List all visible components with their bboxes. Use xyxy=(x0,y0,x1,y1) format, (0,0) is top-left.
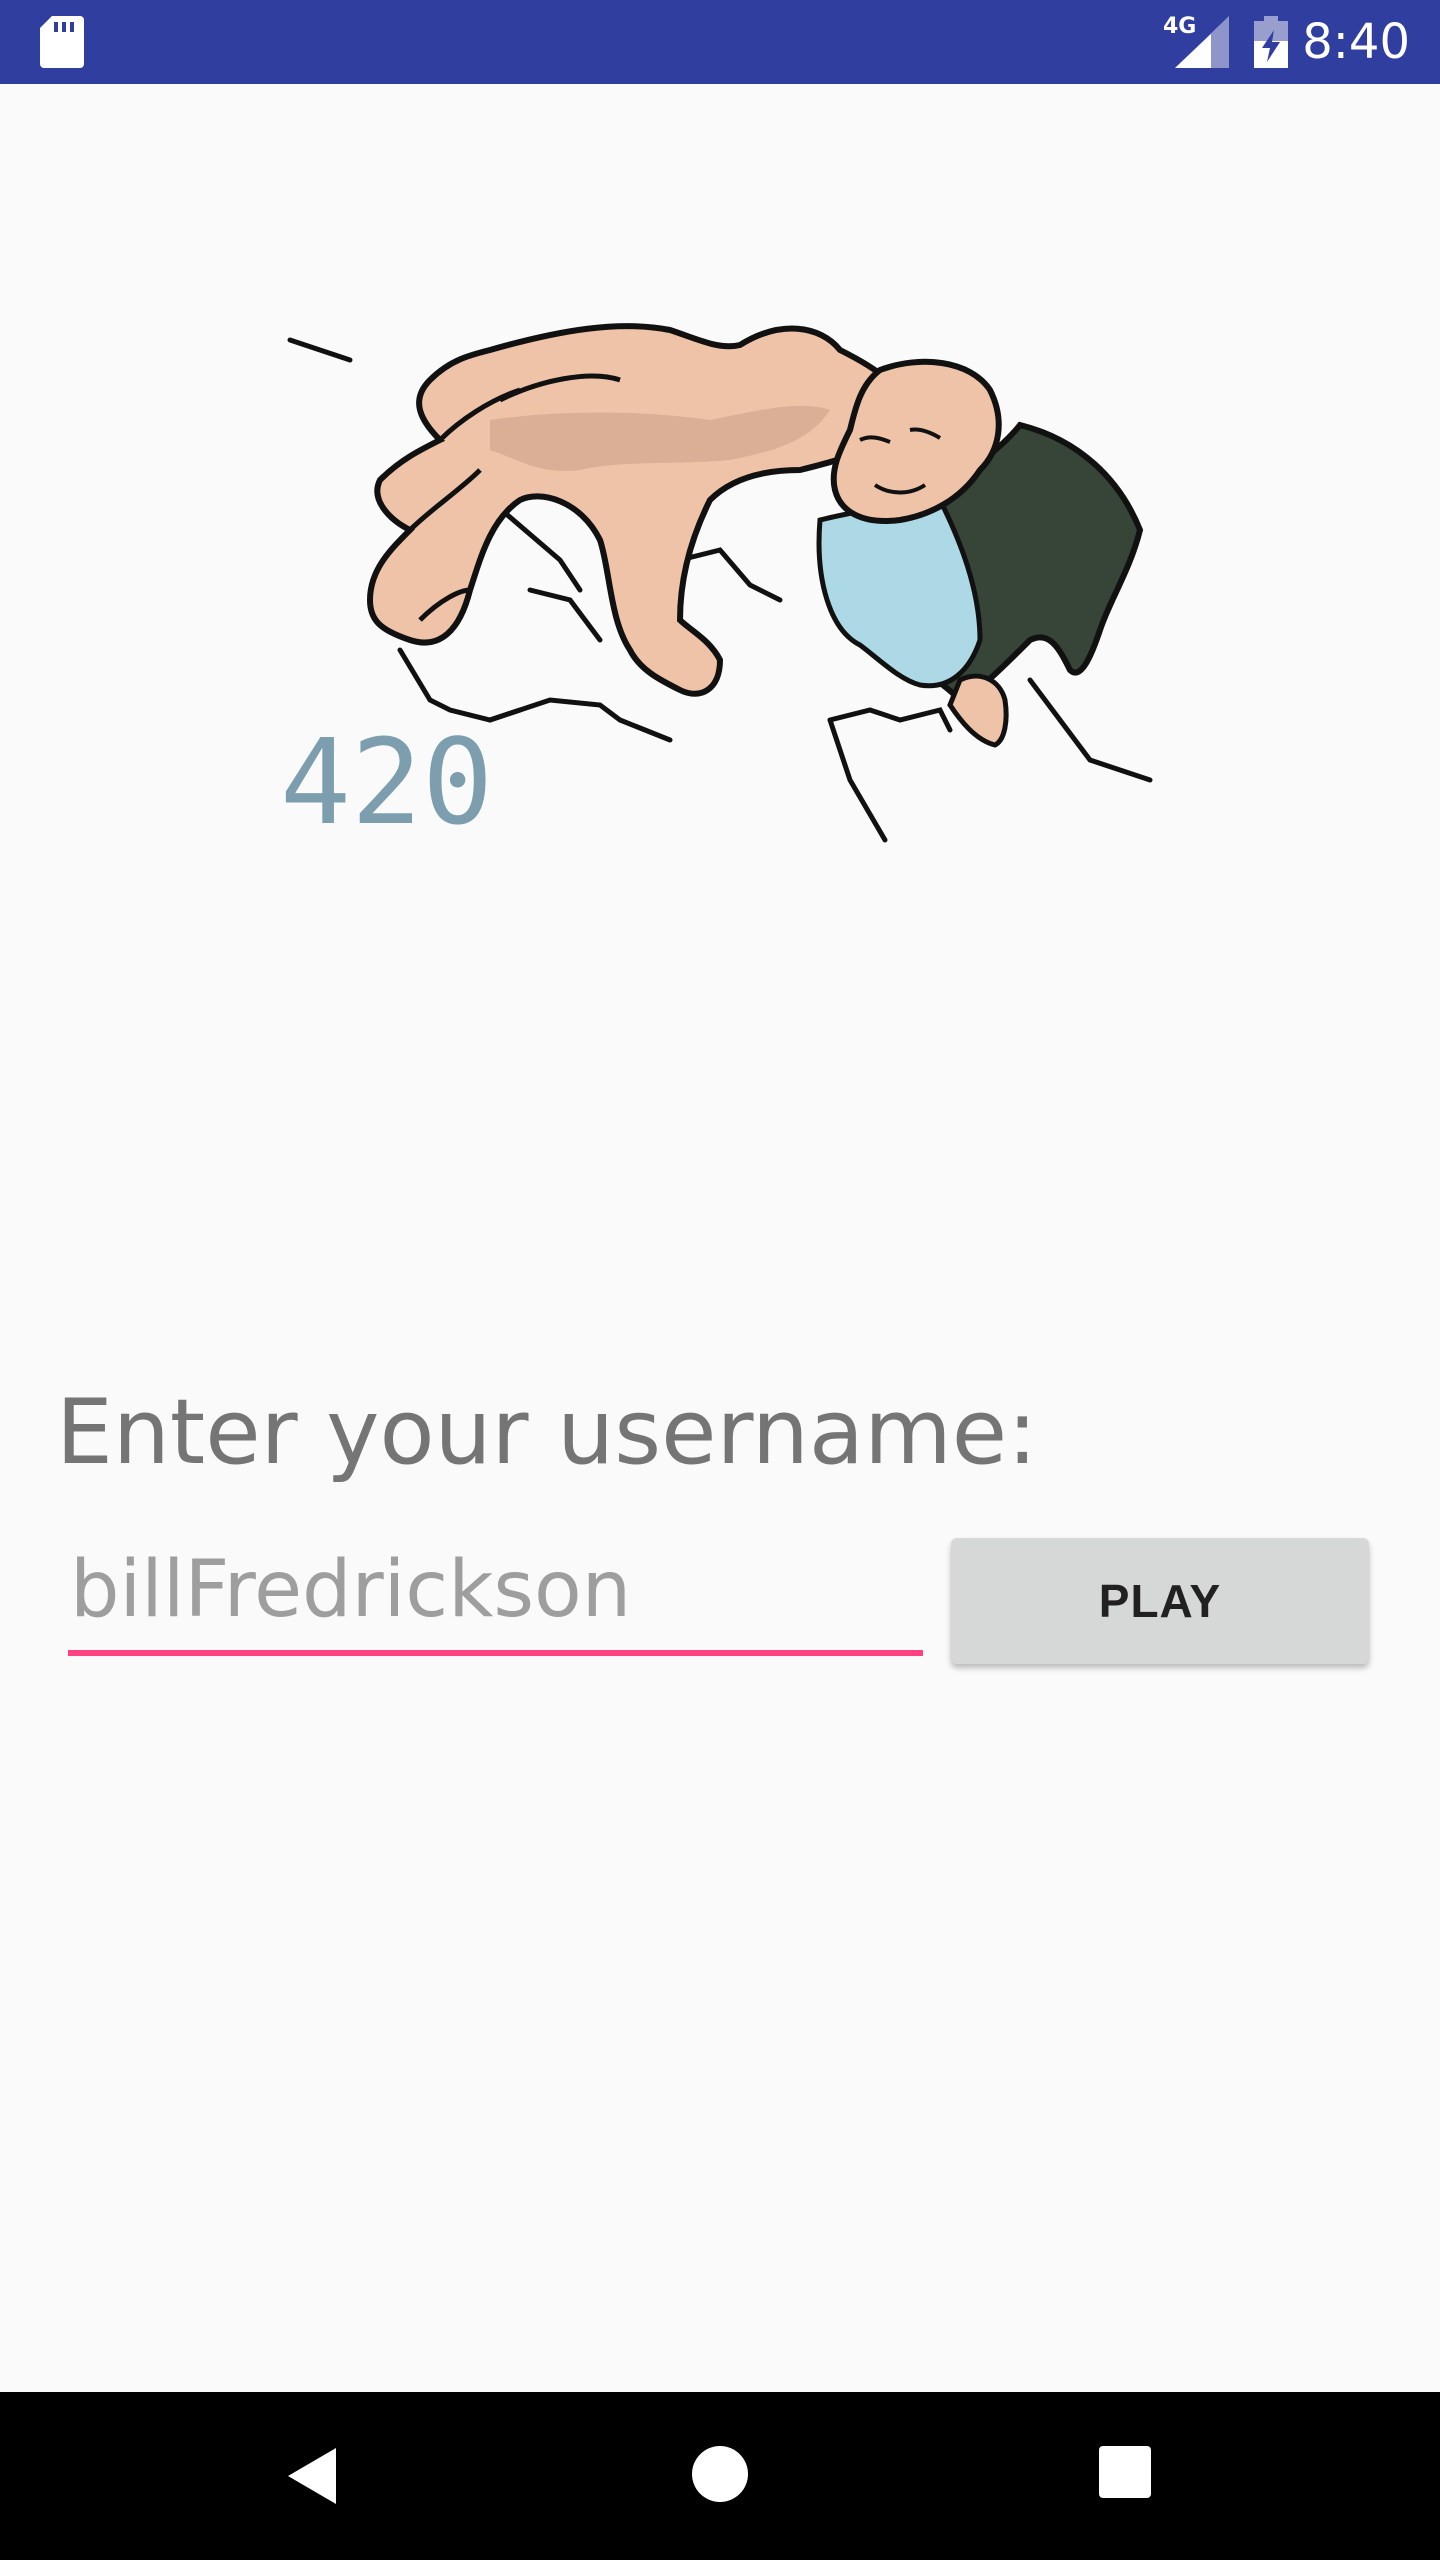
home-icon[interactable] xyxy=(688,2442,752,2506)
recents-icon[interactable] xyxy=(1097,2444,1153,2500)
sd-card-icon xyxy=(40,16,84,68)
battery-charging-icon xyxy=(1254,16,1288,68)
signal-icon xyxy=(1175,16,1229,68)
username-prompt-label: Enter your username: xyxy=(56,1380,1038,1485)
username-input[interactable] xyxy=(68,1530,925,1650)
back-icon[interactable] xyxy=(280,2444,344,2508)
score-label: 420 xyxy=(280,713,494,851)
status-bar: 4G 8:40 xyxy=(0,0,1440,84)
username-field[interactable] xyxy=(68,1530,925,1656)
status-clock: 8:40 xyxy=(1302,14,1410,70)
play-button[interactable]: PLAY xyxy=(951,1538,1369,1664)
navigation-bar xyxy=(0,2392,1440,2560)
